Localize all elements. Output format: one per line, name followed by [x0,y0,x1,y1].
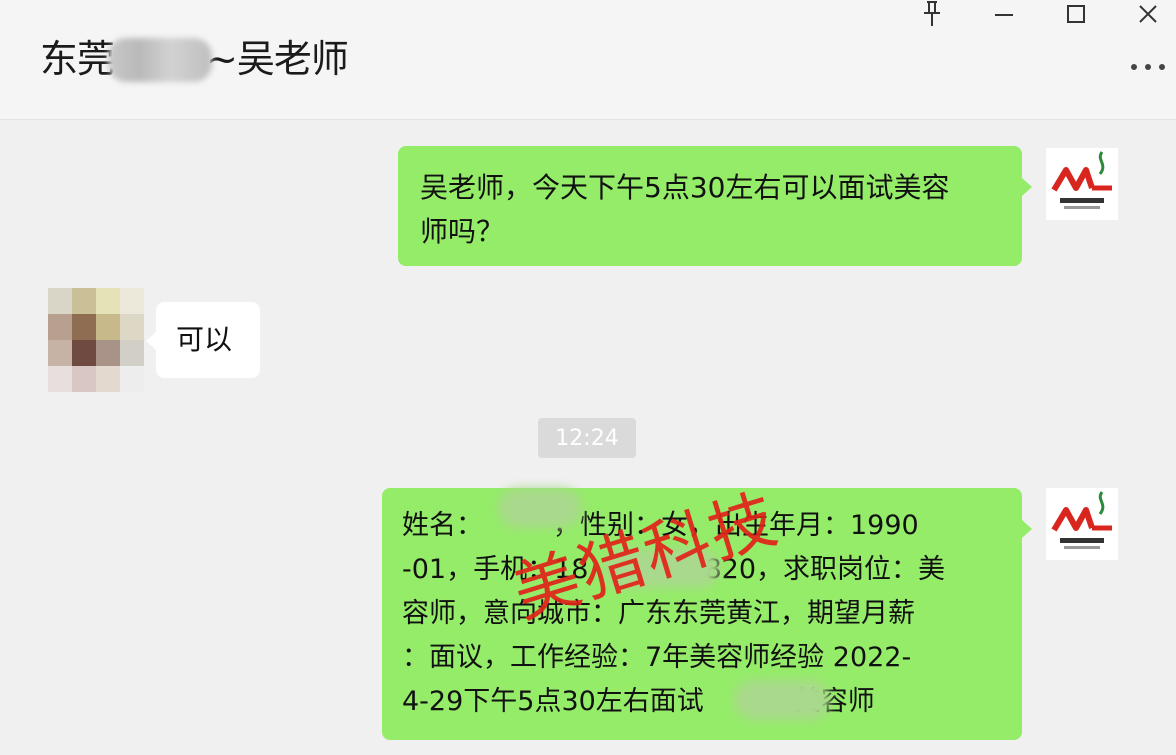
blurred-company [734,680,830,720]
message-bubble-sent[interactable]: 吴老师，今天下午5点30左右可以面试美容 师吗？ [398,146,1032,266]
my-avatar[interactable] [1046,148,1118,220]
minimize-button[interactable] [984,0,1024,32]
my-avatar[interactable] [1046,488,1118,560]
minimize-icon [995,14,1013,16]
blurred-name [498,488,582,528]
blurred-avatar-image [48,288,144,392]
message-line: 吴老师，今天下午5点30左右可以面试美容 [420,171,950,204]
message-line: 可以 [176,323,233,356]
brand-logo-icon [1051,151,1112,209]
close-button[interactable] [1128,0,1168,32]
message-line: ：面议，工作经验：7年美容师经验 2022- [402,642,912,673]
title-suffix: ~吴老师 [206,37,349,81]
gender-birth-text: ，性别：女，出生年月：1990 [553,510,919,541]
pin-icon [924,1,940,26]
message-line: 姓名： ，性别：女，出生年月：1990 [402,504,1006,548]
message-bubble-sent[interactable]: 姓名： ，性别：女，出生年月：1990 -01，手机：18 820，求职岗位：美 容… [382,488,1032,740]
message-bubble-received[interactable]: 可以 [146,302,260,378]
message-line: 师吗？ [420,215,505,248]
contact-avatar[interactable] [48,288,144,392]
job-text: 820，求职岗位：美 [704,554,946,585]
chat-window: 东莞 ~吴老师 吴老师，今天下午5点30左右可以面试美容 师吗？ 可以 12:2… [0,0,1176,755]
phone-text: -01，手机：18 [402,554,589,585]
name-label: 姓名： [402,510,483,541]
maximize-button[interactable] [1056,0,1096,32]
message-timestamp: 12:24 [538,418,636,458]
more-icon [1131,64,1165,70]
title-prefix: 东莞 [40,37,115,81]
chat-title: 东莞 ~吴老师 [40,28,349,83]
interview-time-text: 4-29下午5点30左右面试 [402,686,704,717]
message-line: 容师，意向城市：广东东莞黄江，期望月薪 [402,598,915,629]
blurred-phone [604,548,720,588]
blurred-title-part [108,38,213,82]
message-line: 4-29下午5点30左右面试 美容师 [402,680,1006,724]
maximize-icon [1067,5,1085,23]
brand-logo-icon [1051,491,1112,549]
more-button[interactable] [1126,52,1170,82]
close-icon [1139,5,1157,23]
pin-button[interactable] [912,0,952,32]
chat-header: 东莞 ~吴老师 [0,0,1176,120]
